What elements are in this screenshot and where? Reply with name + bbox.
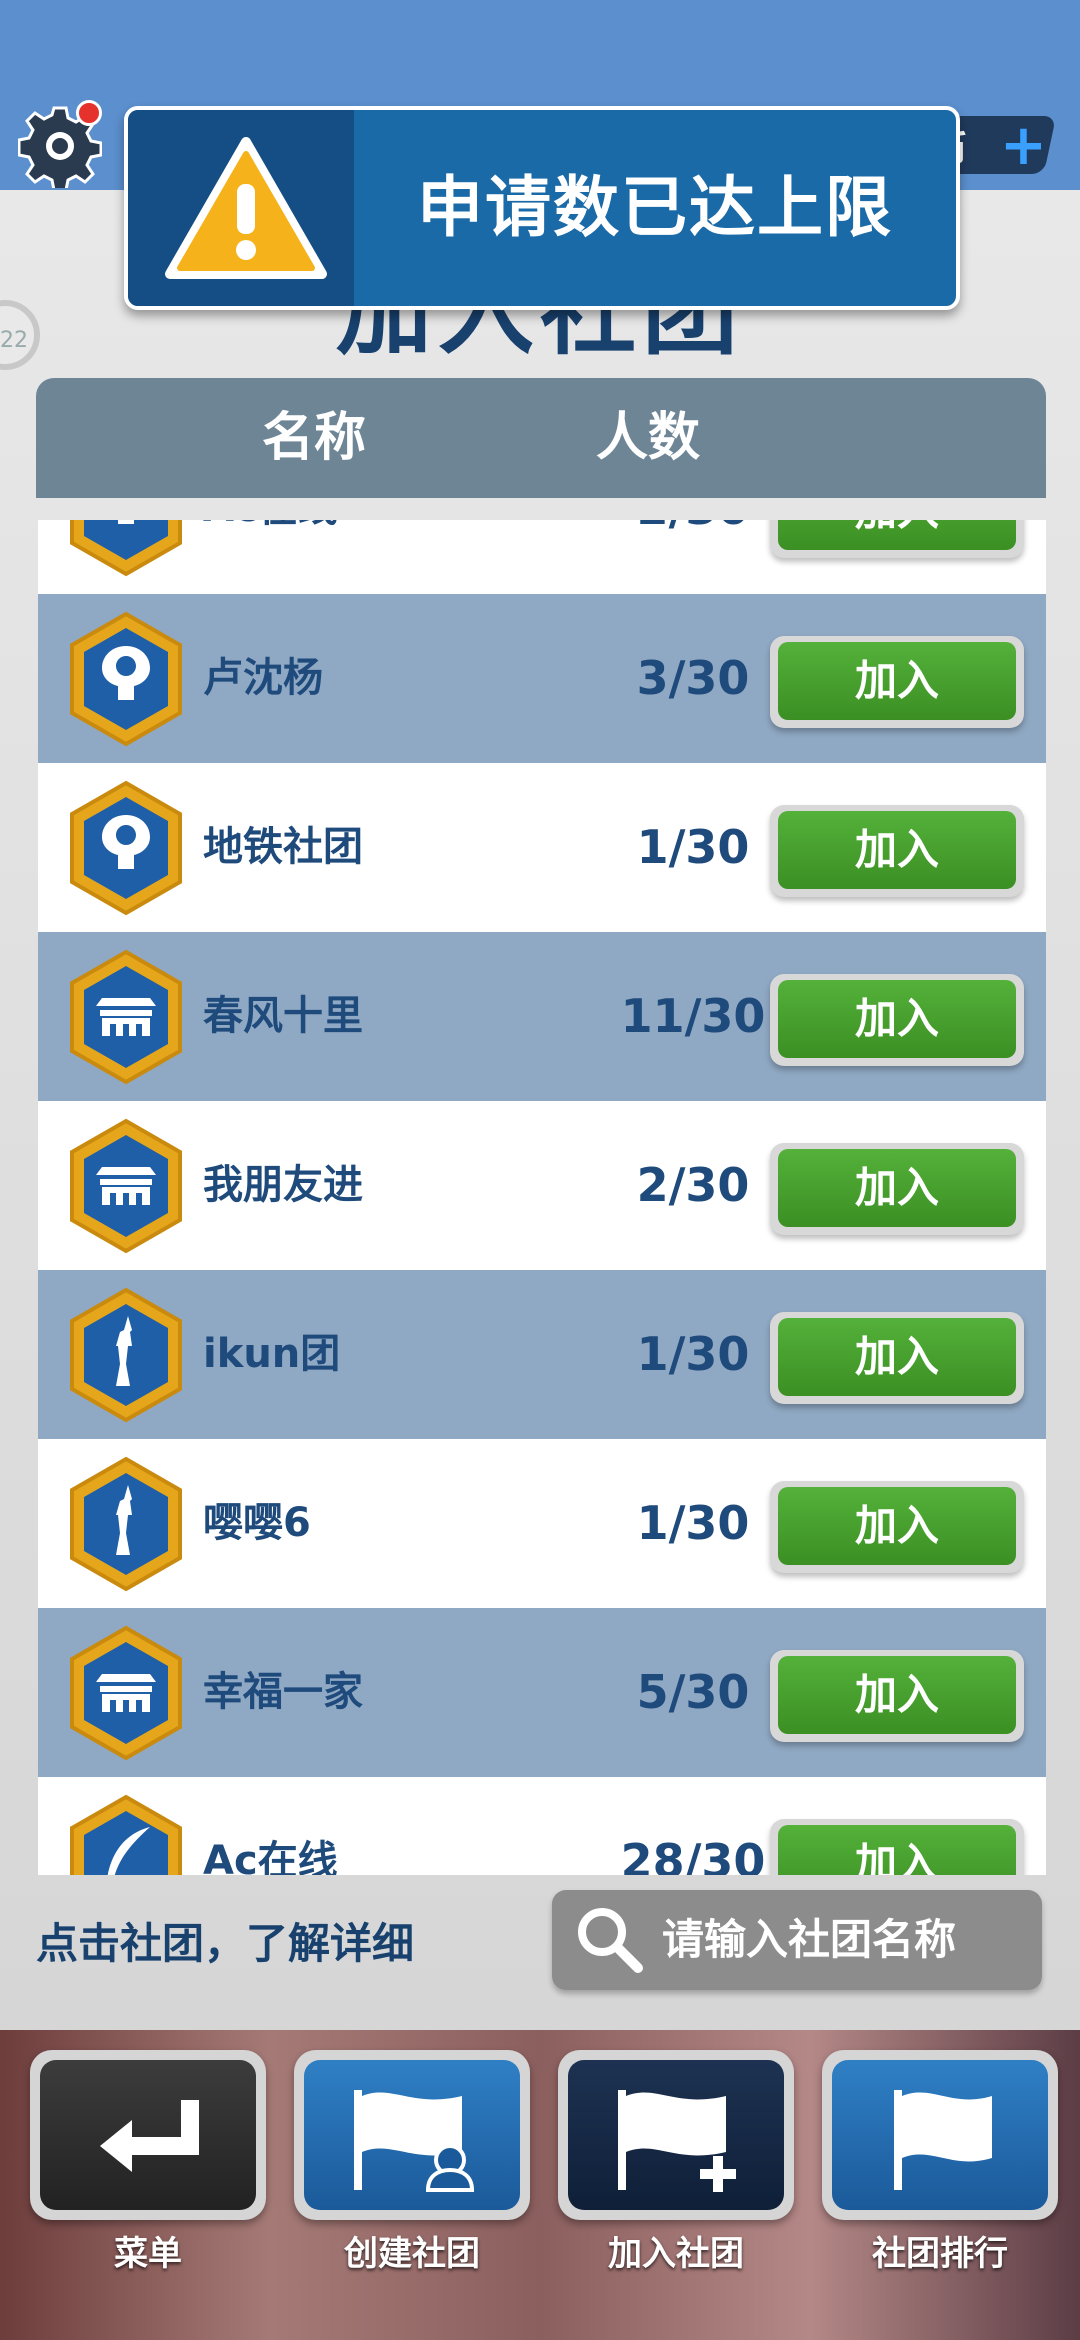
club-name: ikun团: [203, 1331, 341, 1377]
club-ranking-button[interactable]: [822, 2050, 1058, 2220]
alert-icon-area: [128, 110, 354, 306]
join-button[interactable]: 加入: [770, 1650, 1024, 1742]
club-row[interactable]: 地铁社团 1/30 加入: [38, 763, 1046, 932]
join-club-label: 加入社团: [608, 2234, 744, 2274]
alert-message: 申请数已达上限: [417, 169, 893, 246]
column-header-count: 人数: [596, 408, 701, 468]
statue-of-liberty-emblem-icon: [70, 1456, 182, 1592]
join-button[interactable]: 加入: [770, 805, 1024, 897]
add-currency-icon[interactable]: +: [1000, 118, 1047, 174]
eagle-emblem-icon: [70, 780, 182, 916]
club-name: 嘤嘤6: [203, 1500, 311, 1546]
join-button[interactable]: 加入: [770, 1481, 1024, 1573]
flag-plus-icon: [618, 2090, 736, 2192]
menu-button[interactable]: [30, 2050, 266, 2220]
club-row[interactable]: 嘤嘤6 1/30 加入: [38, 1439, 1046, 1608]
gate-emblem-icon: [70, 949, 182, 1085]
join-button[interactable]: 加入: [770, 636, 1024, 728]
club-name: 春风十里: [203, 993, 363, 1039]
club-ranking-label: 社团排行: [872, 2234, 1008, 2274]
column-header-name: 名称: [262, 408, 367, 468]
warning-icon: [165, 137, 327, 279]
club-name: 卢沈杨: [203, 655, 323, 701]
eagle-emblem-icon: [70, 520, 182, 577]
table-header: 名称 人数: [36, 378, 1046, 498]
club-row[interactable]: 卢沈杨 3/30 加入: [38, 594, 1046, 763]
flag-person-icon: [354, 2090, 475, 2192]
search-input[interactable]: 请输入社团名称: [552, 1890, 1042, 1990]
flag-icon: [894, 2090, 992, 2190]
return-arrow-icon: [100, 2100, 199, 2172]
gate-emblem-icon: [70, 1118, 182, 1254]
eagle-emblem-icon: [70, 611, 182, 747]
club-row[interactable]: 幸福一家 5/30 加入: [38, 1608, 1046, 1777]
join-button[interactable]: 加入: [770, 1312, 1024, 1404]
club-name: 幸福一家: [203, 1669, 363, 1715]
club-name: Ac在线: [203, 1838, 338, 1875]
create-club-button[interactable]: [294, 2050, 530, 2220]
club-name: 地铁社团: [203, 824, 363, 870]
limit-alert-toast: 申请数已达上限: [124, 106, 960, 310]
search-icon: [578, 1908, 643, 1973]
club-list[interactable]: Ac在线 2/30 加入 卢沈杨 3/30 加入 地铁社团 1/30 加入 春风…: [38, 520, 1046, 1875]
bottom-nav: 菜单 创建社团 加入社团 社团排行: [0, 2030, 1080, 2340]
club-hint-text: 点击社团，了解详细: [36, 1919, 415, 1968]
gate-emblem-icon: [70, 1625, 182, 1761]
join-button[interactable]: 加入: [770, 520, 1024, 558]
club-row[interactable]: ikun团 1/30 加入: [38, 1270, 1046, 1439]
club-row[interactable]: 春风十里 11/30 加入: [38, 932, 1046, 1101]
club-name: 我朋友进: [203, 1162, 363, 1208]
club-name: Ac在线: [203, 520, 338, 593]
feather-emblem-icon: [70, 1794, 182, 1875]
join-club-button[interactable]: [558, 2050, 794, 2220]
join-button[interactable]: 加入: [770, 974, 1024, 1066]
search-placeholder: 请输入社团名称: [662, 1915, 957, 1964]
club-row[interactable]: 我朋友进 2/30 加入: [38, 1101, 1046, 1270]
club-row[interactable]: Ac在线 2/30 加入: [38, 520, 1046, 593]
menu-label: 菜单: [114, 2234, 182, 2274]
notification-dot: [76, 100, 102, 126]
club-row[interactable]: Ac在线 28/30 加入: [38, 1777, 1046, 1875]
statue-of-liberty-emblem-icon: [70, 1287, 182, 1423]
create-club-label: 创建社团: [344, 2234, 480, 2274]
join-button[interactable]: 加入: [770, 1143, 1024, 1235]
join-button[interactable]: 加入: [770, 1819, 1024, 1875]
